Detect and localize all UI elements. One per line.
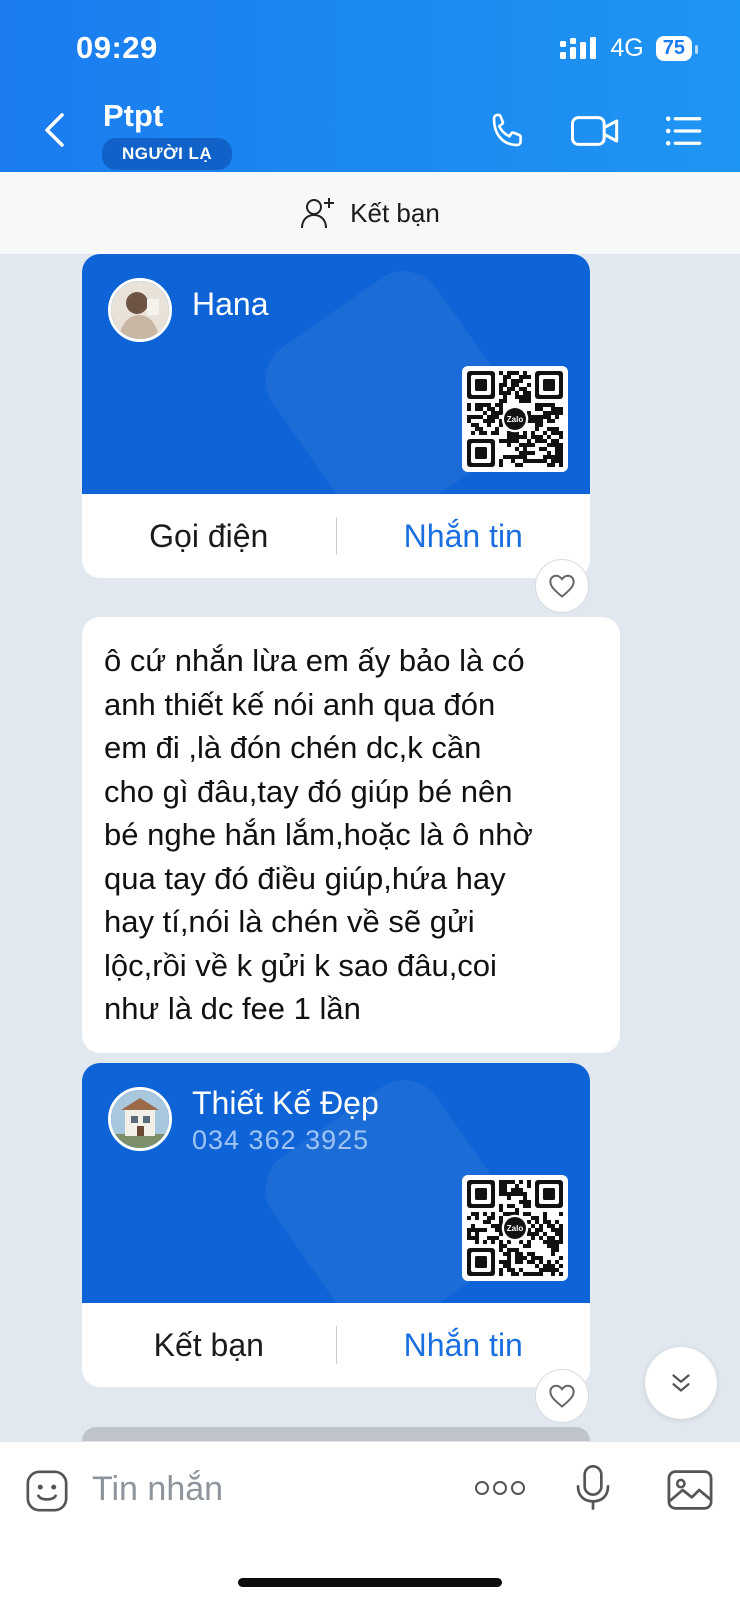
phone-call-icon[interactable]: [487, 110, 529, 152]
qr-code-icon[interactable]: Zalo: [462, 366, 568, 472]
signal-icon: [560, 36, 597, 59]
message-line: như là dc fee 1 lần: [104, 991, 361, 1026]
contact-card[interactable]: Thiết Kế Đẹp 034 362 3925 Zalo Kết bạn N…: [82, 1063, 590, 1387]
svg-text:Zalo: Zalo: [507, 1224, 524, 1233]
heart-icon: [549, 574, 575, 598]
message-line: lộc,rồi về k gửi k sao đâu,coi: [104, 947, 497, 983]
contact-phone: 034 362 3925: [192, 1125, 370, 1155]
message-input[interactable]: Tin nhắn: [92, 1470, 223, 1509]
avatar: [108, 1087, 172, 1151]
double-chevron-down-icon: [672, 1374, 690, 1392]
avatar: [108, 278, 172, 342]
message-composer: Tin nhắn: [0, 1441, 740, 1601]
message-line: anh thiết kế nói anh qua đón: [104, 686, 496, 722]
contact-card-actions: Gọi điện Nhắn tin: [82, 494, 590, 578]
network-label: 4G: [610, 34, 644, 62]
video-call-icon[interactable]: [570, 110, 620, 152]
message-button[interactable]: Nhắn tin: [337, 1327, 591, 1364]
add-user-icon: [301, 198, 335, 229]
add-friend-bar[interactable]: Kết bạn: [0, 172, 740, 255]
message-button[interactable]: Nhắn tin: [337, 518, 591, 555]
more-options-icon[interactable]: [474, 1474, 526, 1502]
microphone-icon[interactable]: [573, 1462, 613, 1514]
back-arrow-icon[interactable]: [40, 110, 70, 150]
home-indicator: [238, 1578, 502, 1587]
status-time: 09:29: [76, 30, 158, 65]
battery-icon: 75: [655, 36, 699, 61]
scroll-to-bottom-button[interactable]: [645, 1347, 717, 1419]
react-heart-button[interactable]: [535, 559, 589, 613]
contact-card[interactable]: Hana Zalo Gọi điện Nhắn tin: [82, 254, 590, 578]
add-friend-label: Kết bạn: [350, 197, 440, 228]
message-line: ô cứ nhắn lừa em ấy bảo là có: [104, 643, 525, 678]
menu-list-icon[interactable]: [663, 110, 705, 152]
add-friend-button[interactable]: Kết bạn: [82, 1327, 336, 1364]
chat-title[interactable]: Ptpt: [103, 98, 163, 134]
contact-name: Hana: [192, 286, 269, 322]
sticker-icon[interactable]: [24, 1468, 70, 1514]
svg-text:Zalo: Zalo: [507, 415, 524, 424]
next-message-peek: [82, 1427, 590, 1441]
contact-name: Thiết Kế Đẹp: [192, 1085, 379, 1121]
message-line: qua tay đó điều giúp,hứa hay: [104, 860, 506, 896]
heart-icon: [549, 1384, 575, 1408]
chat-header: 09:29 4G 75 Ptpt NGƯỜI LẠ: [0, 0, 740, 172]
message-line: em đi ,là đón chén dc,k cần: [104, 730, 482, 765]
message-bubble[interactable]: ô cứ nhắn lừa em ấy bảo là có anh thiết …: [82, 617, 620, 1053]
contact-card-actions: Kết bạn Nhắn tin: [82, 1303, 590, 1387]
qr-code-icon[interactable]: Zalo: [462, 1175, 568, 1281]
image-gallery-icon[interactable]: [666, 1468, 714, 1512]
stranger-badge: NGƯỜI LẠ: [102, 138, 233, 170]
react-heart-button[interactable]: [535, 1369, 589, 1423]
message-line: hay tí,nói là chén về sẽ gửi: [104, 904, 475, 939]
status-indicators: 4G 75: [560, 34, 699, 63]
call-button[interactable]: Gọi điện: [82, 518, 336, 555]
message-line: bé nghe hắn lắm,hoặc là ô nhờ: [104, 817, 533, 852]
contact-card-header: Thiết Kế Đẹp 034 362 3925 Zalo: [82, 1063, 590, 1303]
message-line: cho gì đâu,tay đó giúp bé nên: [104, 773, 513, 809]
contact-card-header: Hana Zalo: [82, 254, 590, 494]
